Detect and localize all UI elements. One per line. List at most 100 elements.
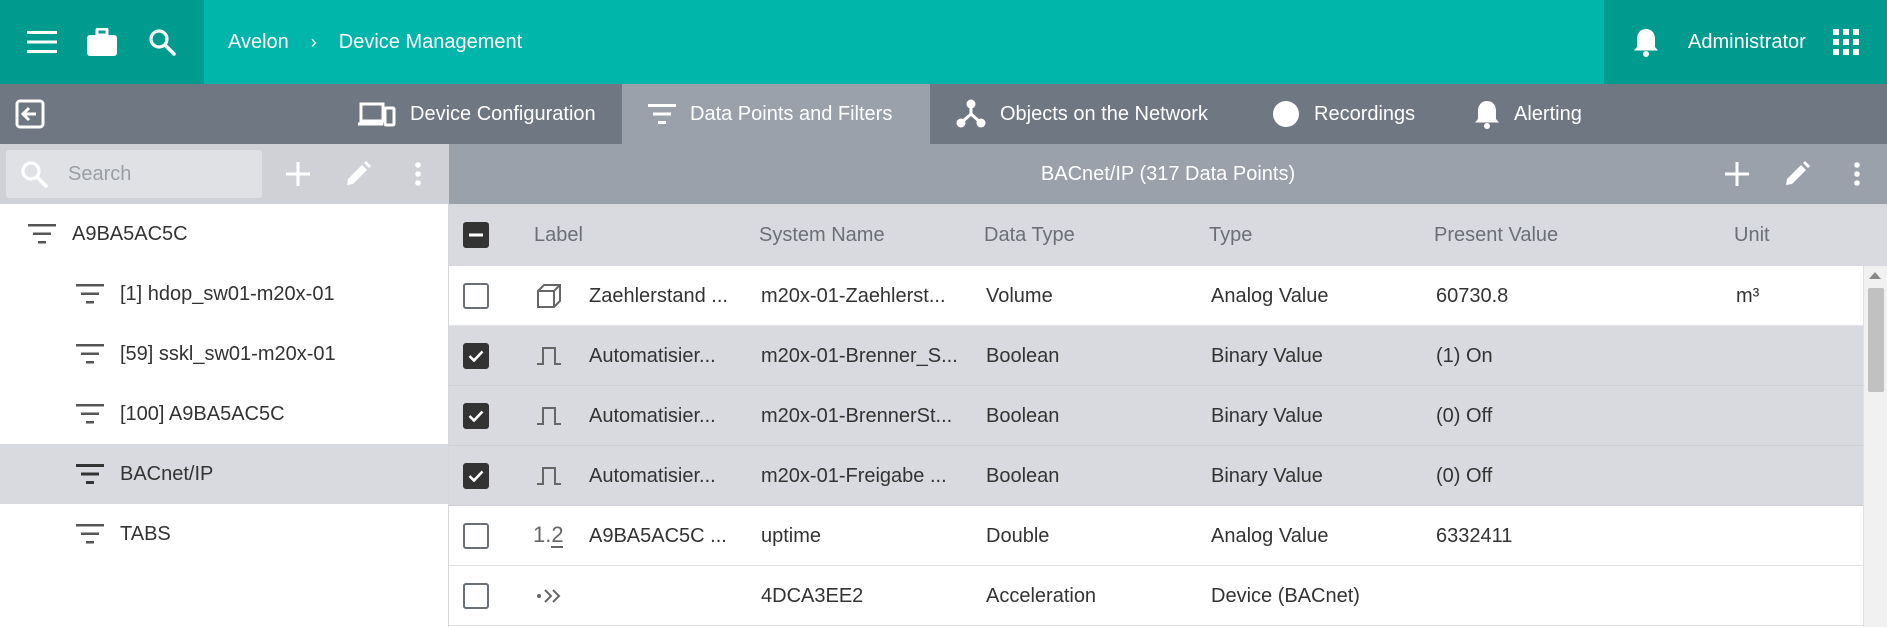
cell-present-value: (0) Off [1436, 464, 1493, 487]
cell-type: Binary Value [1211, 344, 1323, 367]
table-body: Zaehlerstand ... m20x-01-Zaehlerst... Vo… [449, 266, 1863, 627]
filter-icon [76, 344, 104, 364]
tab-label: Device Configuration [410, 102, 596, 125]
more-options-icon[interactable] [398, 154, 438, 194]
tree-item-sskl[interactable]: [59] sskl_sw01-m20x-01 [0, 324, 448, 384]
cell-system-name: uptime [761, 524, 822, 547]
tab-data-points-and-filters[interactable]: Data Points and Filters [622, 84, 930, 144]
row-checkbox[interactable] [463, 403, 489, 429]
table-row[interactable]: Zaehlerstand ... m20x-01-Zaehlerst... Vo… [449, 266, 1863, 326]
filter-tree: A9BA5AC5C [1] hdop_sw01-m20x-01 [59] ssk… [0, 204, 449, 627]
search-input[interactable] [68, 150, 258, 198]
cell-label: Zaehlerstand ... [589, 284, 728, 307]
devices-icon [358, 101, 396, 127]
cell-data-type: Boolean [986, 344, 1060, 367]
filter-icon [76, 464, 104, 484]
column-header-present-value[interactable]: Present Value [1434, 204, 1558, 266]
apps-grid-icon[interactable] [1826, 22, 1866, 62]
column-header-unit[interactable]: Unit [1734, 204, 1770, 266]
add-filter-button[interactable] [278, 154, 318, 194]
cell-type: Binary Value [1211, 464, 1323, 487]
table-title: BACnet/IP (317 Data Points) [1040, 162, 1296, 185]
tab-objects-on-the-network[interactable]: Objects on the Network [930, 84, 1230, 144]
cell-data-type: Boolean [986, 404, 1060, 427]
tree-item-bacnet-ip[interactable]: BACnet/IP [0, 444, 448, 504]
tab-device-configuration[interactable]: Device Configuration [336, 84, 622, 144]
table-row[interactable]: 4DCA3EE2 Acceleration Device (BACnet) [449, 566, 1863, 626]
filter-icon [76, 404, 104, 424]
row-checkbox[interactable] [463, 283, 489, 309]
pulse-icon [533, 460, 565, 492]
tab-label: Data Points and Filters [690, 102, 893, 125]
select-all-checkbox[interactable] [463, 222, 489, 248]
table-row[interactable]: 1.2 A9BA5AC5C ... uptime Double Analog V… [449, 506, 1863, 566]
tree-item-root[interactable]: A9BA5AC5C [0, 204, 448, 264]
tab-alerting[interactable]: Alerting [1468, 84, 1628, 144]
cell-label: Automatisier... [589, 404, 716, 427]
cell-system-name: m20x-01-BrennerSt... [761, 404, 953, 427]
table-header: Label System Name Data Type Type Present… [449, 204, 1887, 266]
tree-item-tabs[interactable]: TABS [0, 504, 448, 564]
exit-icon[interactable] [10, 94, 50, 134]
breadcrumb-avelon[interactable]: Avelon [228, 31, 289, 54]
tab-bar: Device Configuration Data Points and Fil… [0, 84, 1887, 144]
row-checkbox[interactable] [463, 463, 489, 489]
cell-unit [1736, 446, 1836, 506]
chevrons-right-icon [533, 580, 565, 612]
cell-present-value: 60730.8 [1436, 284, 1509, 307]
cell-present-value: (1) On [1436, 344, 1493, 367]
column-header-label[interactable]: Label [534, 204, 583, 266]
column-header-type[interactable]: Type [1209, 204, 1252, 266]
cell-system-name: m20x-01-Freigabe ... [761, 464, 947, 487]
cell-type: Analog Value [1211, 284, 1329, 307]
row-checkbox[interactable] [463, 583, 489, 609]
scroll-up-arrow-icon[interactable] [1869, 272, 1881, 279]
menu-icon[interactable] [22, 22, 62, 62]
cell-present-value [1436, 566, 1686, 626]
left-toolbar [0, 144, 449, 204]
table-row[interactable]: Automatisier... m20x-01-Freigabe ... Boo… [449, 446, 1863, 506]
breadcrumb-separator: › [310, 31, 317, 52]
edit-datapoint-button[interactable] [1777, 154, 1817, 194]
network-icon [956, 99, 986, 129]
bell-icon[interactable] [1626, 22, 1666, 62]
tree-item-label: [59] sskl_sw01-m20x-01 [120, 342, 336, 365]
table-scrollbar[interactable] [1863, 266, 1887, 627]
scrollbar-thumb[interactable] [1868, 288, 1884, 392]
search-icon[interactable] [142, 22, 182, 62]
user-menu[interactable]: Administrator [1688, 0, 1806, 84]
cell-label: Automatisier... [589, 464, 716, 487]
add-datapoint-button[interactable] [1717, 154, 1757, 194]
svg-text:1.2: 1.2 [533, 522, 564, 547]
column-header-system-name[interactable]: System Name [759, 204, 885, 266]
column-header-data-type[interactable]: Data Type [984, 204, 1075, 266]
cell-system-name: 4DCA3EE2 [761, 584, 864, 607]
edit-filter-button[interactable] [338, 154, 378, 194]
tree-item-label: A9BA5AC5C [72, 222, 188, 245]
search-box [6, 150, 262, 198]
briefcase-icon[interactable] [82, 22, 122, 62]
pulse-icon [533, 340, 565, 372]
cell-data-type: Double [986, 524, 1050, 547]
breadcrumb-device-management[interactable]: Device Management [339, 31, 522, 54]
cell-type: Device (BACnet) [1211, 584, 1360, 607]
bell-icon [1474, 99, 1500, 129]
cell-type: Analog Value [1211, 524, 1329, 547]
cell-data-type: Volume [986, 284, 1053, 307]
more-options-icon[interactable] [1837, 154, 1877, 194]
tree-item-label: TABS [120, 522, 171, 545]
tree-item-label: [100] A9BA5AC5C [120, 402, 285, 425]
table-row[interactable]: Automatisier... m20x-01-BrennerSt... Boo… [449, 386, 1863, 446]
row-checkbox[interactable] [463, 343, 489, 369]
filter-icon [76, 524, 104, 544]
tree-item-a9ba5ac5c[interactable]: [100] A9BA5AC5C [0, 384, 448, 444]
tree-item-hdop[interactable]: [1] hdop_sw01-m20x-01 [0, 264, 448, 324]
cell-present-value: (0) Off [1436, 404, 1493, 427]
cell-system-name: m20x-01-Zaehlerst... [761, 284, 946, 307]
cell-unit [1736, 506, 1836, 566]
table-row[interactable]: Automatisier... m20x-01-Brenner_S... Boo… [449, 326, 1863, 386]
tree-item-label: BACnet/IP [120, 462, 214, 485]
tab-recordings[interactable]: Recordings [1258, 84, 1438, 144]
search-icon [20, 160, 48, 193]
row-checkbox[interactable] [463, 523, 489, 549]
